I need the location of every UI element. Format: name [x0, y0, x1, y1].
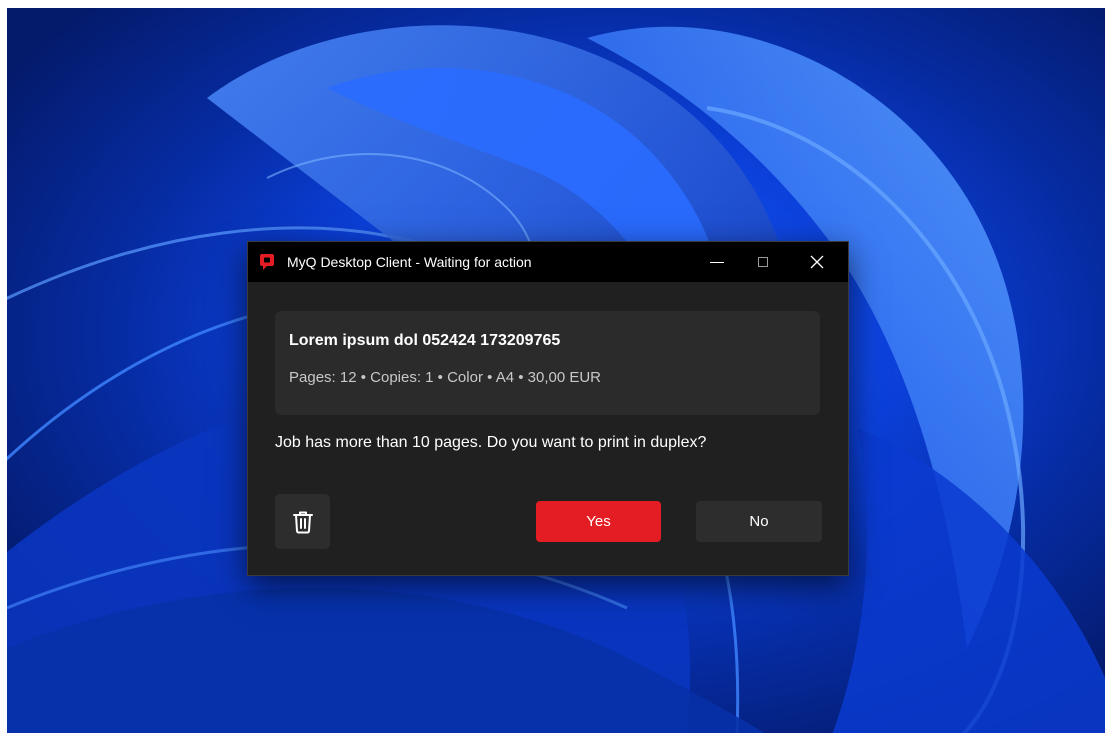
maximize-button[interactable] [740, 242, 786, 282]
window-title: MyQ Desktop Client - Waiting for action [287, 254, 532, 270]
job-info-card: Lorem ipsum dol 052424 173209765 Pages: … [275, 311, 820, 415]
close-button[interactable] [794, 242, 840, 282]
job-name: Lorem ipsum dol 052424 173209765 [289, 332, 561, 349]
trash-icon [292, 511, 313, 533]
minimize-button[interactable] [694, 242, 740, 282]
job-details: Pages: 12 • Copies: 1 • Color • A4 • 30,… [289, 369, 602, 386]
maximize-icon [758, 257, 768, 267]
delete-job-button[interactable] [275, 494, 330, 549]
duplex-prompt: Job has more than 10 pages. Do you want … [275, 434, 707, 451]
myq-logo-icon [260, 254, 274, 270]
close-icon [810, 255, 824, 269]
no-button[interactable]: No [696, 501, 822, 542]
title-bar[interactable]: MyQ Desktop Client - Waiting for action [248, 242, 848, 282]
myq-dialog: MyQ Desktop Client - Waiting for action … [247, 241, 849, 576]
minimize-icon [710, 261, 724, 263]
yes-button[interactable]: Yes [536, 501, 661, 542]
